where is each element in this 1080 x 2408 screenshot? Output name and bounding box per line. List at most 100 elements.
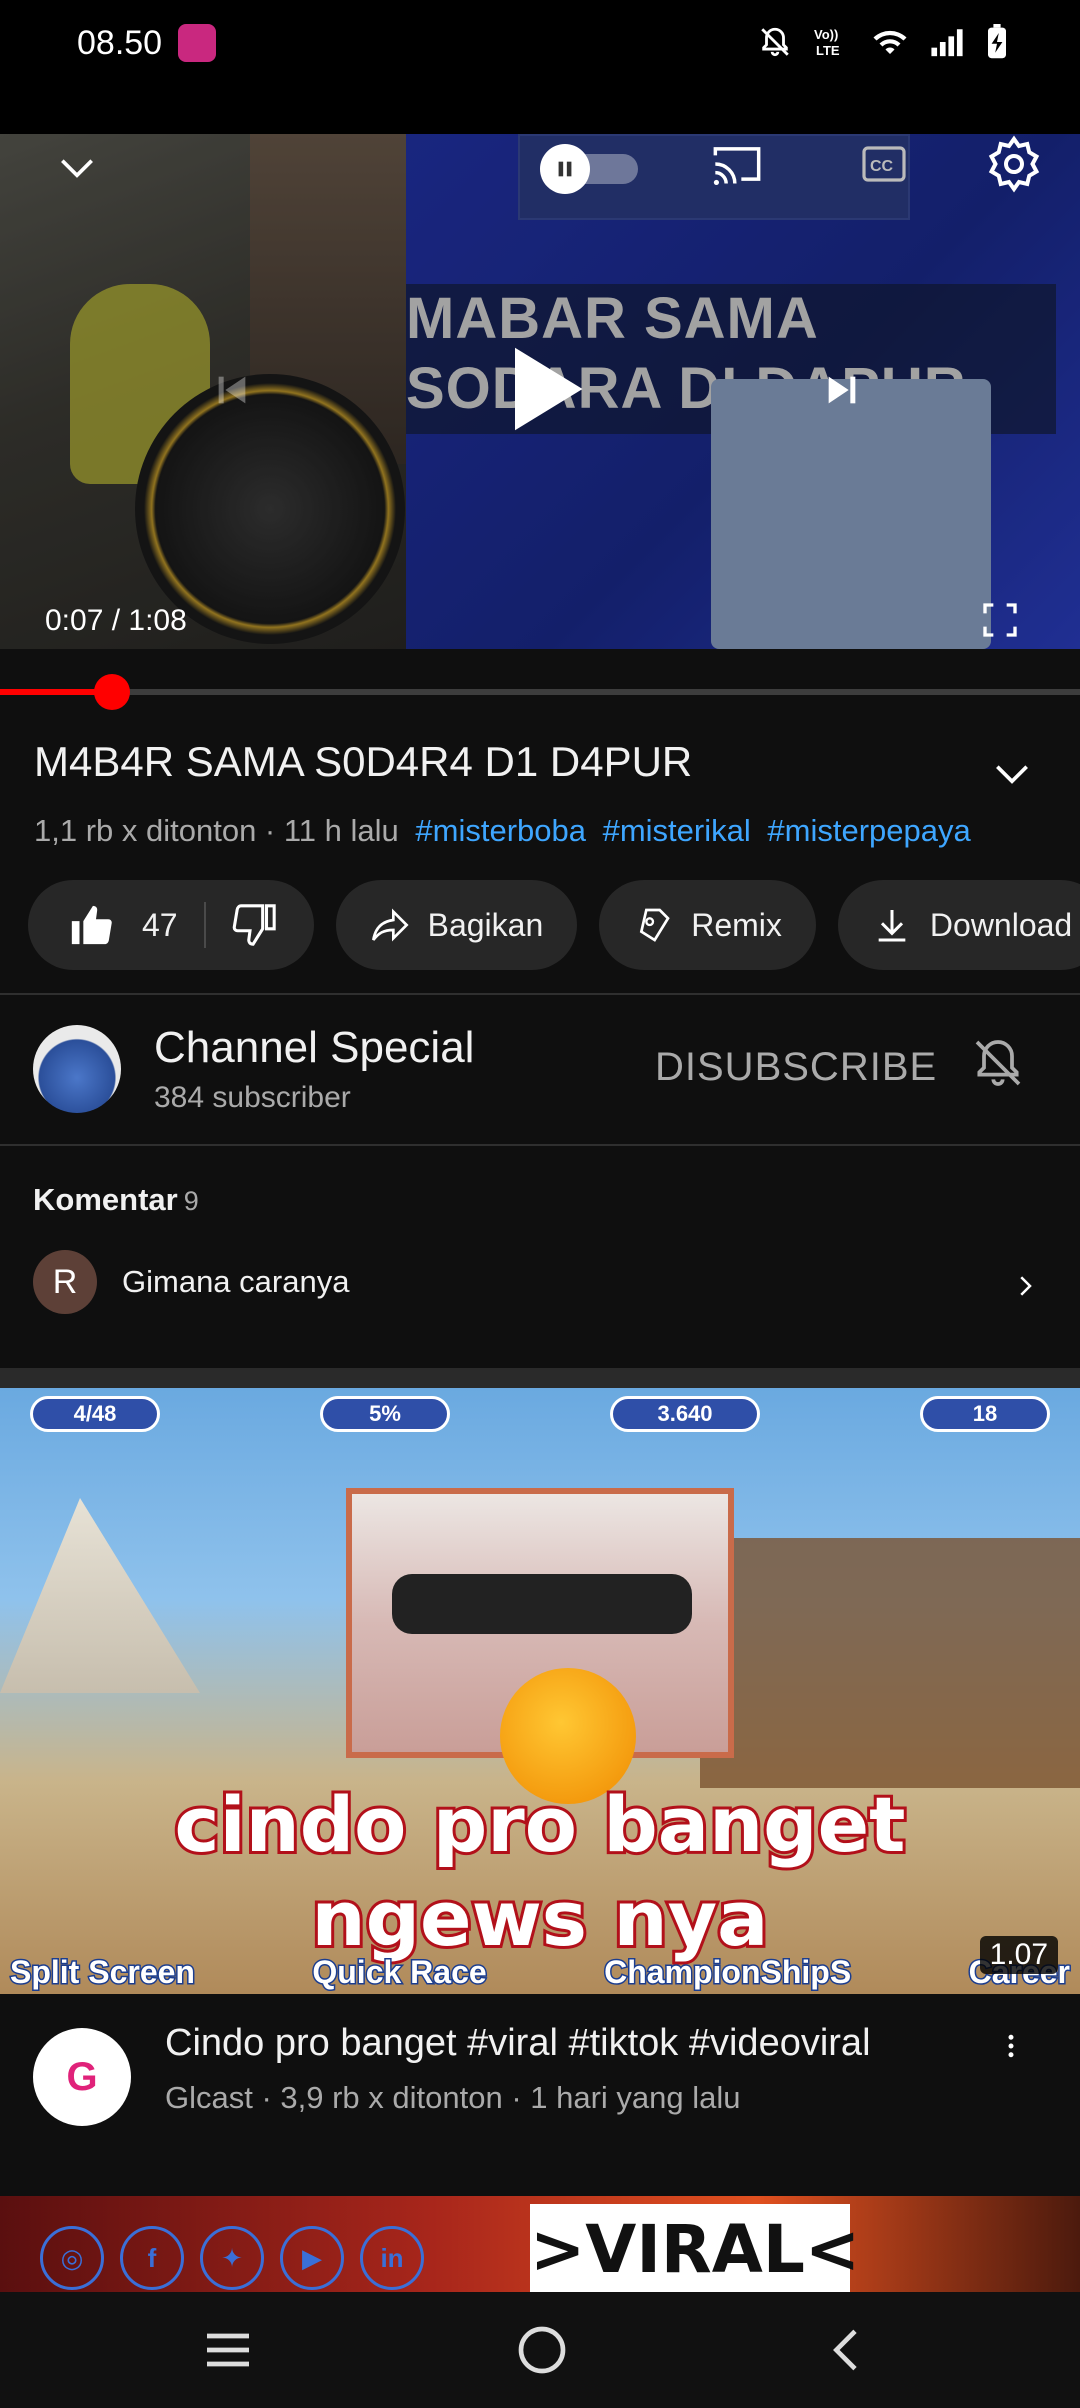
unsubscribe-button[interactable]: DISUBSCRIBE	[655, 1045, 937, 1090]
svg-text:CC: CC	[870, 158, 894, 175]
channel-row[interactable]: Channel Special 384 subscriber DISUBSCRI…	[0, 995, 1080, 1145]
notification-bell-button[interactable]	[970, 1033, 1026, 1098]
status-time: 08.50	[77, 24, 163, 62]
game-label: Split Screen	[9, 1953, 197, 1992]
thumbnail-caption: cindo pro banget	[172, 1777, 909, 1872]
youtube-icon: ▶	[280, 2226, 344, 2290]
download-label: Download	[929, 906, 1073, 943]
hashtag-link[interactable]: #misterboba	[415, 813, 586, 848]
channel-avatar[interactable]	[33, 1025, 121, 1113]
collapse-player-button[interactable]	[55, 146, 99, 195]
chevron-down-icon	[61, 159, 93, 178]
hud-badge: 18	[920, 1396, 1050, 1432]
play-icon	[515, 347, 583, 431]
autoplay-toggle[interactable]	[540, 144, 642, 194]
signal-icon	[931, 29, 963, 57]
like-button[interactable]: 47	[68, 902, 206, 948]
status-icons: Vo)) LTE	[758, 24, 1008, 60]
svg-text:LTE: LTE	[816, 43, 840, 58]
chevron-down-icon	[996, 765, 1028, 784]
autoplay-knob	[540, 144, 590, 194]
comments-section[interactable]: Komentar 9 R Gimana caranya	[0, 1146, 1080, 1368]
recommended-channel-avatar[interactable]: G	[33, 2028, 131, 2126]
comment-avatar: R	[33, 1250, 97, 1314]
battery-charging-icon	[988, 24, 1006, 59]
system-navigation-bar	[0, 2292, 1080, 2408]
action-row: 47 Bagikan Remix Download	[28, 880, 1080, 970]
cast-button[interactable]	[708, 138, 766, 195]
skip-next-icon	[828, 376, 856, 404]
hud-badge: 4/48	[30, 1396, 160, 1432]
back-chevron-icon	[833, 2329, 857, 2371]
comments-title: Komentar	[33, 1182, 178, 1217]
app-notification-icon	[178, 24, 216, 62]
cast-icon	[713, 147, 761, 186]
captions-button[interactable]: CC	[858, 140, 910, 193]
twitter-icon: ✦	[200, 2226, 264, 2290]
volte-icon: Vo))LTE	[814, 27, 840, 58]
share-label: Bagikan	[427, 906, 544, 943]
facebook-icon: f	[120, 2226, 184, 2290]
thumbs-up-icon	[71, 905, 112, 945]
channel-name[interactable]: Channel Special	[154, 1023, 474, 1073]
fullscreen-button[interactable]	[980, 600, 1020, 645]
recommended-video-meta: Glcast · 3,9 rb x ditonton · 1 hari yang…	[165, 2080, 741, 2115]
download-button[interactable]: Download	[837, 880, 1080, 970]
settings-button[interactable]	[984, 134, 1044, 199]
wooden-deck-image	[700, 1538, 1080, 1788]
hud-badge: 3.640	[610, 1396, 760, 1432]
pause-icon	[558, 161, 572, 177]
like-count: 47	[142, 906, 178, 943]
skip-previous-icon	[218, 376, 246, 404]
channel-subscriber-count: 384 subscriber	[154, 1081, 351, 1114]
status-bar: 08.50 Vo)) LTE	[0, 0, 1080, 134]
hashtag-link[interactable]: #misterpepaya	[767, 813, 970, 848]
thumbnail-game-labels: Split Screen Quick Race ChampionShipS Ca…	[0, 1953, 1080, 1994]
play-button[interactable]	[500, 339, 590, 444]
previous-video-button[interactable]	[212, 370, 252, 415]
svg-text:Vo)): Vo))	[814, 27, 838, 42]
share-button[interactable]: Bagikan	[335, 880, 578, 970]
share-icon	[371, 908, 409, 942]
video-meta[interactable]: 1,1 rb x ditonton · 11 h lalu #misterbob…	[34, 813, 971, 849]
expand-description-button[interactable]	[990, 752, 1034, 801]
video-player[interactable]: MABAR SAMA SODARA DI DAPUR CC 0:07 / 1:0…	[0, 134, 1080, 649]
sailboat-image	[0, 1498, 200, 1693]
hashtag-link[interactable]: #misterikal	[603, 813, 751, 848]
instagram-icon: ◎	[40, 2226, 104, 2290]
recommended-video-info[interactable]: G Cindo pro banget #viral #tiktok #video…	[0, 1994, 1080, 2194]
more-options-button[interactable]	[996, 2024, 1026, 2073]
top-comment-text: Gimana caranya	[122, 1264, 350, 1299]
mute-icon	[761, 27, 789, 57]
download-icon	[878, 910, 906, 942]
social-icons: ◎ f ✦ ▶ in	[40, 2226, 424, 2290]
recommended-video-thumbnail[interactable]: 4/48 5% 3.640 18 cindo pro banget ngews …	[0, 1388, 1080, 1994]
player-time: 0:07 / 1:08	[45, 604, 187, 637]
game-label: Quick Race	[311, 1953, 488, 1992]
recommended-video-title[interactable]: Cindo pro banget #viral #tiktok #videovi…	[165, 2022, 871, 2065]
next-video-button[interactable]	[822, 370, 862, 415]
comments-count: 9	[183, 1186, 199, 1216]
remix-icon	[640, 908, 670, 942]
menu-icon	[207, 2333, 249, 2367]
remix-button[interactable]: Remix	[599, 880, 816, 970]
recent-apps-button[interactable]	[198, 2322, 258, 2383]
remix-label: Remix	[691, 906, 782, 943]
video-progress-bar[interactable]	[0, 674, 1080, 710]
fullscreen-icon	[983, 603, 1017, 637]
like-dislike-pill: 47	[28, 880, 314, 970]
home-circle-icon	[518, 2326, 566, 2374]
comments-header: Komentar 9	[33, 1182, 199, 1218]
next-video-thumbnail[interactable]: ◎ f ✦ ▶ in >VIRAL<	[0, 2196, 1080, 2292]
thumbnail-hud: 4/48 5% 3.640 18	[0, 1388, 1080, 1438]
dislike-button[interactable]	[206, 902, 278, 948]
gear-icon	[988, 135, 1040, 193]
progress-scrubber[interactable]	[94, 674, 131, 710]
comments-open-button[interactable]	[1010, 1268, 1040, 1309]
home-button[interactable]	[514, 2322, 570, 2383]
back-button[interactable]	[820, 2322, 876, 2383]
video-title[interactable]: M4B4R SAMA S0D4R4 D1 D4PUR	[34, 738, 994, 786]
linkedin-icon: in	[360, 2226, 424, 2290]
captions-icon: CC	[862, 146, 906, 182]
bell-off-icon	[975, 1040, 1021, 1086]
